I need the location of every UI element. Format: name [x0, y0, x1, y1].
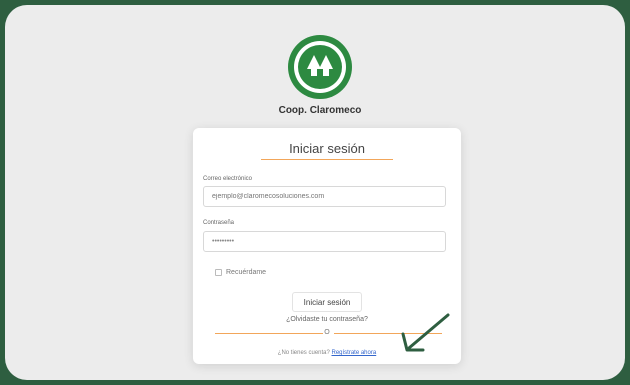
email-label: Correo electrónico — [203, 176, 253, 182]
email-field[interactable] — [203, 186, 446, 207]
remember-label: Recuérdame — [226, 269, 267, 276]
register-link[interactable]: Regístrate ahora — [332, 350, 377, 356]
arrow-annotation-icon — [401, 313, 450, 352]
title-underline — [261, 159, 393, 160]
password-label: Contraseña — [203, 220, 235, 226]
tree-icon — [307, 55, 333, 76]
brand-name: Coop. Claromeco — [278, 105, 362, 116]
register-prompt: ¿No tienes cuenta? — [277, 350, 330, 356]
remember-checkbox[interactable] — [215, 269, 222, 276]
login-button[interactable]: Iniciar sesión — [292, 292, 362, 312]
screenshot-frame: Coop. Claromeco Iniciar sesión Correo el… — [5, 5, 625, 380]
remember-row[interactable]: Recuérdame — [215, 269, 266, 276]
coop-logo — [288, 35, 352, 99]
page-title: Iniciar sesión — [289, 141, 365, 156]
password-field[interactable] — [203, 231, 446, 252]
